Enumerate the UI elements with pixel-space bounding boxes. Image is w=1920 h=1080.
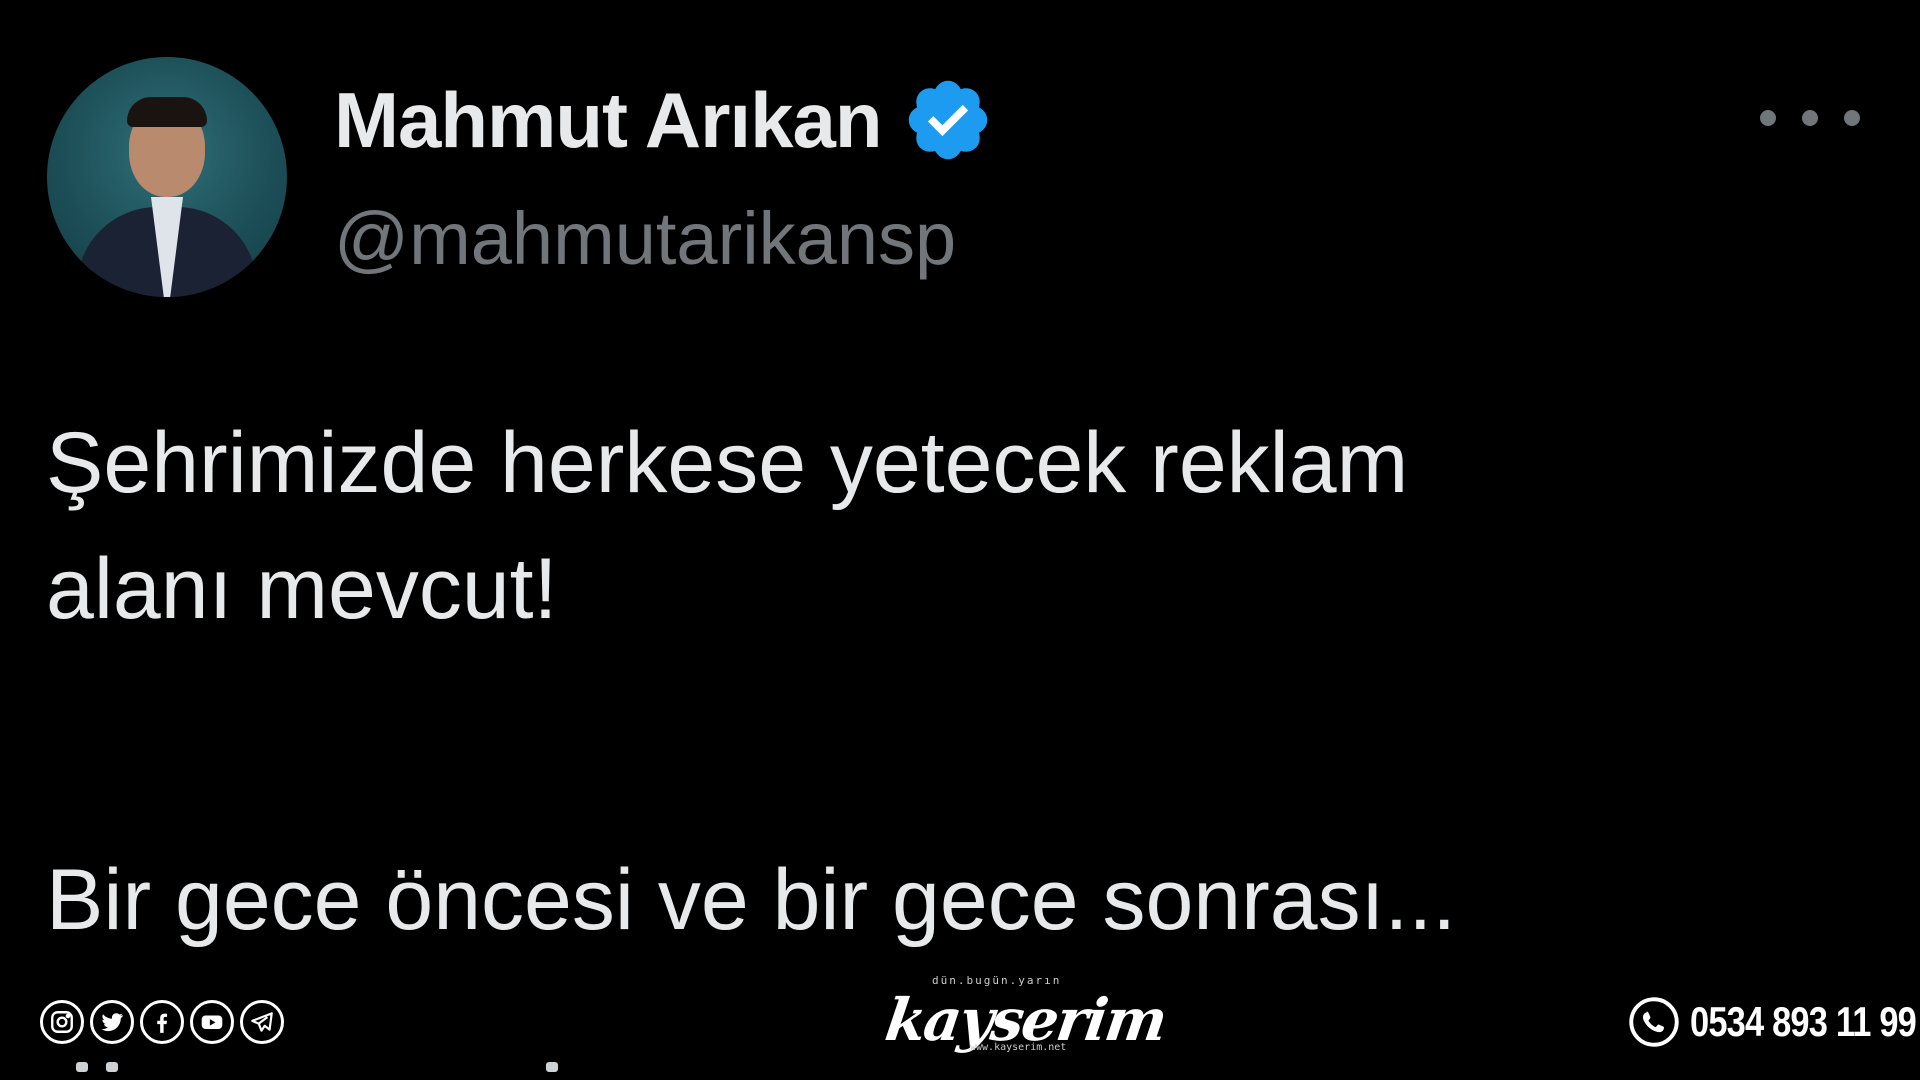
phone-contact[interactable]: 0534 893 11 99 <box>1628 996 1920 1048</box>
youtube-icon[interactable] <box>190 1000 234 1044</box>
author-handle[interactable]: @mahmutarikansp <box>334 196 956 281</box>
watermark-footer: dün.bugün.yarın kayserim www.kayserim.ne… <box>0 960 1920 1080</box>
verified-badge-icon <box>908 80 987 160</box>
tweet-text-line: alanı mevcut! <box>46 541 558 637</box>
kayserim-logo[interactable]: dün.bugün.yarın kayserim www.kayserim.ne… <box>880 966 1170 1066</box>
more-dot-icon <box>1844 110 1860 126</box>
brand-url: www.kayserim.net <box>970 1042 1067 1053</box>
tweet-text-line: Bir gece öncesi ve bir gece sonrası... <box>46 852 1457 948</box>
tweet-text-line: Şehrimizde herkese yetecek reklam <box>46 415 1409 511</box>
more-options-button[interactable] <box>1760 96 1860 140</box>
twitter-icon[interactable] <box>90 1000 134 1044</box>
more-dot-icon <box>1760 110 1776 126</box>
whatsapp-icon <box>1629 997 1679 1047</box>
tweet-text: Şehrimizde herkese yetecek reklam alanı … <box>46 400 1826 963</box>
telegram-icon[interactable] <box>240 1000 284 1044</box>
more-dot-icon <box>1802 110 1818 126</box>
avatar[interactable] <box>47 57 287 297</box>
phone-number: 0534 893 11 99 <box>1690 998 1917 1045</box>
avatar-hair <box>127 97 207 127</box>
author-display-name[interactable]: Mahmut Arıkan <box>334 75 883 166</box>
social-icons <box>40 1000 284 1044</box>
instagram-icon[interactable] <box>40 1000 84 1044</box>
tweet-screenshot: Mahmut Arıkan @mahmutarikansp Şehrimizde… <box>0 0 1920 1080</box>
facebook-icon[interactable] <box>140 1000 184 1044</box>
author-name-row: Mahmut Arıkan <box>334 70 994 170</box>
